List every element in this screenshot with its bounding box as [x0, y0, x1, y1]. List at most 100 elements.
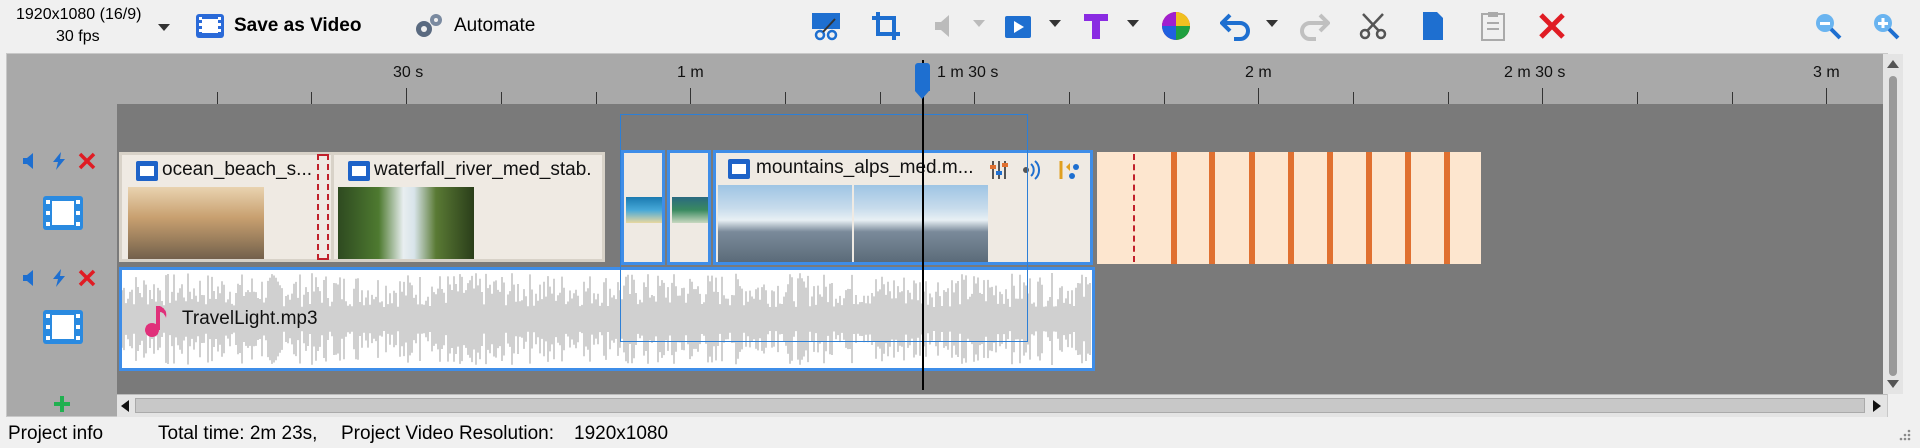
video-file-icon	[348, 161, 370, 181]
effects-dropdown-icon[interactable]	[1049, 20, 1061, 27]
ruler-tick	[1258, 88, 1259, 104]
transition-divider[interactable]	[1171, 152, 1177, 264]
transition-marker[interactable]	[317, 154, 329, 260]
video-track-icon	[43, 196, 83, 230]
ruler-tick	[1637, 92, 1638, 104]
time-ruler[interactable]: 30 s 1 m 1 m 30 s 2 m 2 m 30 s 3 m	[117, 54, 1887, 104]
undo-icon[interactable]	[1218, 8, 1254, 44]
scroll-left-arrow[interactable]	[121, 400, 129, 412]
volume-dropdown-icon[interactable]	[973, 20, 985, 27]
volume-icon[interactable]	[928, 8, 964, 44]
ruler-tick	[1069, 92, 1070, 104]
automate-button[interactable]: Automate	[412, 10, 535, 42]
clip-thumbnail	[128, 187, 264, 259]
project-info-label[interactable]: Project info	[8, 423, 103, 445]
ruler-tick	[596, 92, 597, 104]
crop-icon[interactable]	[868, 8, 904, 44]
transition-divider[interactable]	[1405, 152, 1411, 264]
header-spacer	[7, 54, 117, 104]
ruler-tick	[690, 88, 691, 104]
scroll-down-arrow[interactable]	[1887, 380, 1899, 388]
delete-icon[interactable]	[1534, 8, 1570, 44]
video-clip-ocean-beach[interactable]: ocean_beach_s...	[119, 152, 335, 262]
clip-effects-icon[interactable]	[1058, 159, 1082, 181]
playhead-handle[interactable]	[915, 63, 930, 99]
transition-divider[interactable]	[1366, 152, 1372, 264]
zoom-in-icon[interactable]	[1868, 8, 1904, 44]
audio-track-controls	[21, 268, 97, 288]
track-controls-panel	[7, 54, 117, 416]
ruler-label: 1 m	[677, 64, 704, 81]
fps-text: 30 fps	[56, 28, 100, 45]
scroll-up-arrow[interactable]	[1887, 60, 1899, 68]
ruler-tick	[217, 92, 218, 104]
transition-divider[interactable]	[1209, 152, 1215, 264]
add-track-icon[interactable]	[52, 394, 72, 414]
transition-divider[interactable]	[1249, 152, 1255, 264]
ruler-tick	[1732, 92, 1733, 104]
scroll-right-arrow[interactable]	[1873, 400, 1881, 412]
transition-marker[interactable]	[1133, 154, 1139, 262]
ruler-label: 2 m	[1245, 64, 1272, 81]
redo-icon[interactable]	[1296, 8, 1332, 44]
ruler-tick	[406, 88, 407, 104]
chevron-down-icon	[158, 24, 170, 31]
audio-track-icon	[43, 310, 83, 344]
ruler-label: 1 m 30 s	[937, 64, 999, 81]
ruler-label: 2 m 30 s	[1504, 64, 1566, 81]
film-save-icon	[196, 14, 224, 38]
scroll-thumb-vertical[interactable]	[1889, 76, 1897, 376]
ruler-tick	[974, 92, 975, 104]
cut-icon[interactable]	[1355, 8, 1391, 44]
lightning-icon[interactable]	[49, 151, 69, 171]
zoom-out-icon[interactable]	[1810, 8, 1846, 44]
total-time-text: Total time: 2m 23s,	[158, 423, 318, 444]
gears-icon	[416, 14, 442, 37]
ruler-tick	[785, 92, 786, 104]
ruler-label: 3 m	[1813, 64, 1840, 81]
horizontal-scrollbar[interactable]	[117, 394, 1887, 417]
undo-dropdown-icon[interactable]	[1266, 20, 1278, 27]
clip-title: waterfall_river_med_stab.	[374, 159, 592, 180]
resolution-label: Project Video Resolution:	[341, 423, 554, 444]
video-track-controls	[21, 151, 97, 171]
mute-icon[interactable]	[21, 151, 41, 171]
color-icon[interactable]	[1158, 8, 1194, 44]
save-as-video-label: Save as Video	[234, 15, 362, 36]
text-icon[interactable]	[1078, 8, 1114, 44]
resize-grip-icon[interactable]	[1896, 426, 1912, 442]
ruler-tick	[1353, 92, 1354, 104]
ruler-tick	[1826, 88, 1827, 104]
transition-divider[interactable]	[1288, 152, 1294, 264]
clip-thumbnail	[338, 187, 474, 259]
remove-track-icon[interactable]	[77, 268, 97, 288]
resolution-value: 1920x1080	[574, 423, 669, 444]
video-clip-waterfall[interactable]: waterfall_river_med_stab.	[331, 152, 605, 262]
ruler-tick	[1164, 92, 1165, 104]
paste-icon[interactable]	[1475, 8, 1511, 44]
ruler-tick	[501, 92, 502, 104]
vertical-scrollbar[interactable]	[1883, 54, 1903, 394]
crop-video-icon[interactable]	[808, 8, 844, 44]
copy-icon[interactable]	[1415, 8, 1451, 44]
video-effects-icon[interactable]	[1000, 8, 1036, 44]
automate-label: Automate	[454, 15, 536, 36]
music-note-icon	[145, 306, 167, 337]
status-bar: Project info Total time: 2m 23s, Project…	[0, 418, 1920, 448]
clip-title: TravelLight.mp3	[182, 308, 318, 329]
save-as-video-button[interactable]: Save as Video	[194, 10, 361, 42]
transition-divider[interactable]	[1444, 152, 1450, 264]
scroll-thumb[interactable]	[135, 398, 1865, 413]
selection-rectangle	[620, 114, 1028, 342]
ruler-tick	[1542, 88, 1543, 104]
transition-divider[interactable]	[1327, 152, 1333, 264]
lightning-icon[interactable]	[49, 268, 69, 288]
mute-icon[interactable]	[21, 268, 41, 288]
toolbar: 1920x1080 (16/9) 30 fps Save as Video Au…	[0, 0, 1920, 52]
video-file-icon	[136, 161, 158, 181]
resolution-text: 1920x1080 (16/9)	[16, 6, 142, 23]
text-dropdown-icon[interactable]	[1127, 20, 1139, 27]
remove-track-icon[interactable]	[77, 151, 97, 171]
ruler-tick	[311, 92, 312, 104]
resolution-selector[interactable]: 1920x1080 (16/9) 30 fps	[8, 6, 178, 50]
